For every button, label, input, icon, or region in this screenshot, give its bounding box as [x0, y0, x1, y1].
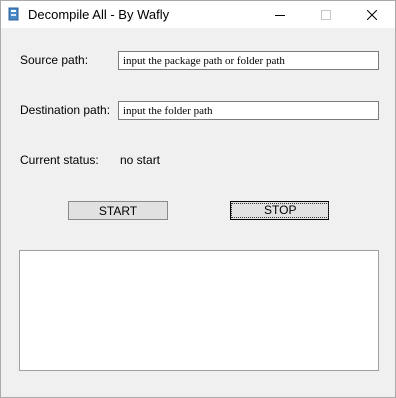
close-icon: [367, 9, 377, 20]
maximize-icon: [321, 9, 331, 20]
app-icon: [7, 7, 21, 21]
app-window: Decompile All - By Wafly Source path: De…: [0, 0, 396, 398]
destination-path-input[interactable]: [118, 101, 379, 120]
destination-path-label: Destination path:: [20, 103, 111, 117]
title-bar[interactable]: Decompile All - By Wafly: [1, 1, 395, 28]
start-button[interactable]: START: [68, 201, 168, 220]
minimize-icon: [275, 14, 285, 16]
current-status-label: Current status:: [20, 153, 99, 167]
maximize-button: [303, 1, 349, 28]
source-path-input[interactable]: [118, 51, 379, 70]
minimize-button[interactable]: [257, 1, 303, 28]
current-status-value: no start: [120, 153, 161, 167]
stop-button[interactable]: STOP: [230, 201, 330, 220]
window-title: Decompile All - By Wafly: [28, 7, 170, 22]
close-button[interactable]: [349, 1, 395, 28]
source-path-label: Source path:: [20, 53, 89, 67]
output-log-area[interactable]: [19, 250, 379, 371]
stop-button-label: STOP: [231, 203, 330, 218]
